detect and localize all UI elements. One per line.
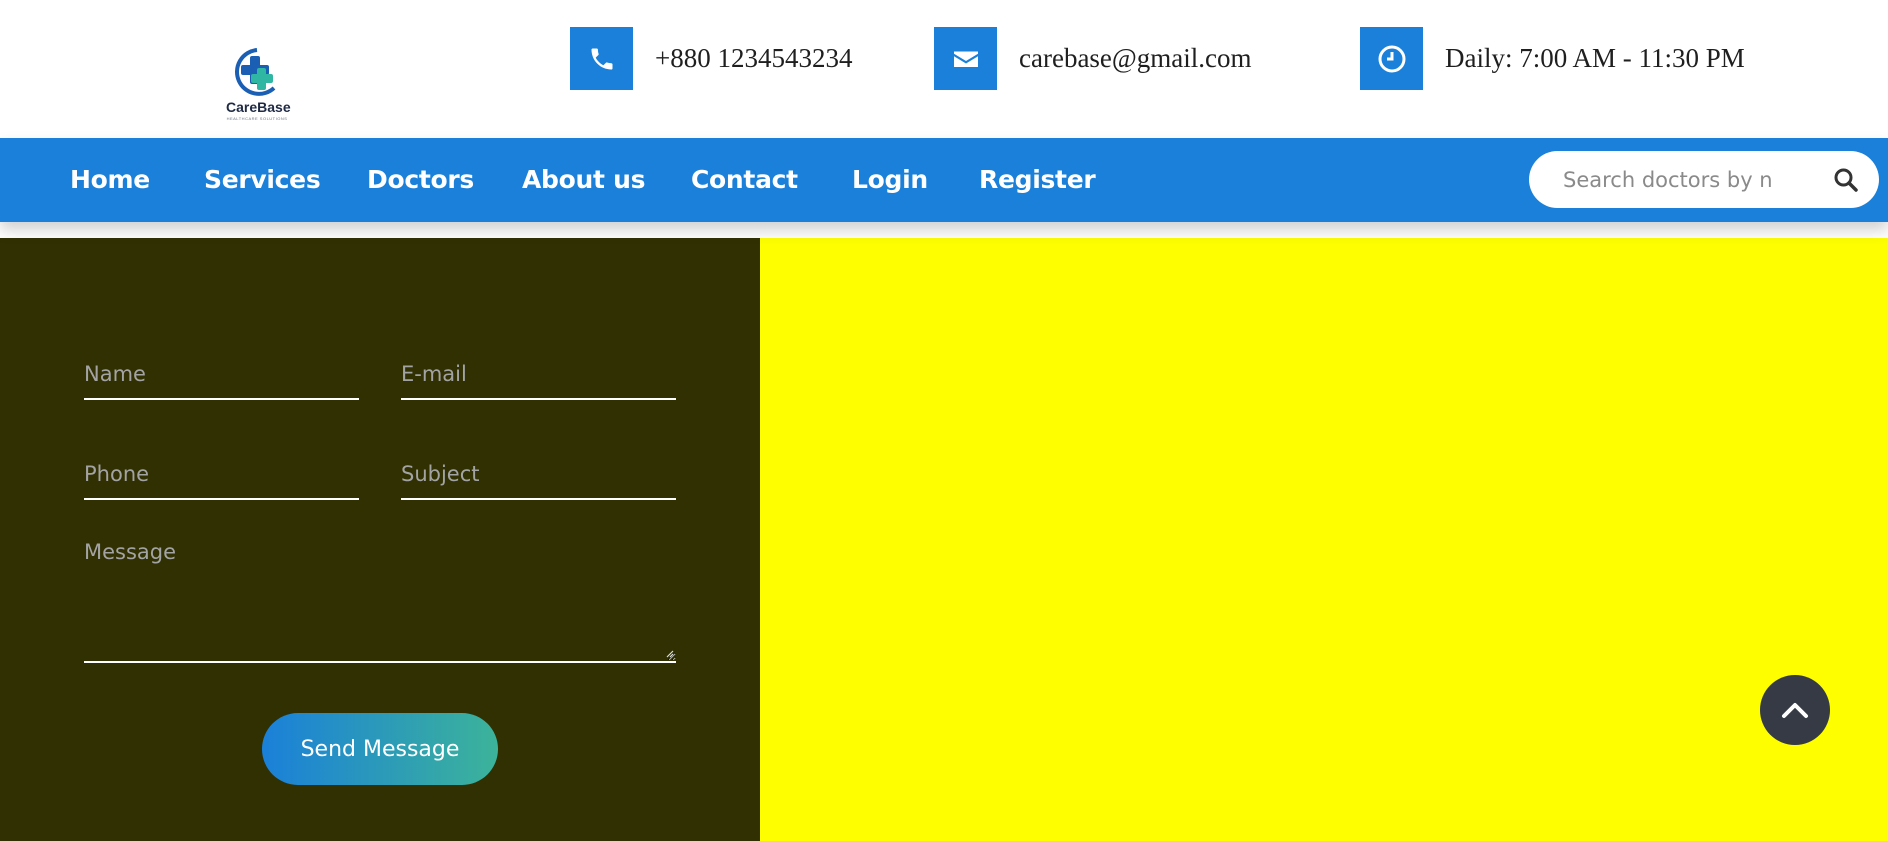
email-field — [401, 350, 676, 400]
contact-phone: +880 1234543234 — [570, 27, 852, 90]
hours-text: Daily: 7:00 AM - 11:30 PM — [1445, 43, 1745, 73]
subject-input[interactable] — [401, 450, 676, 498]
opening-hours: Daily: 7:00 AM - 11:30 PM — [1360, 27, 1745, 90]
nav-register[interactable]: Register — [979, 138, 1096, 222]
nav-contact[interactable]: Contact — [691, 138, 798, 222]
resize-grip-icon[interactable] — [664, 648, 674, 658]
message-textarea[interactable] — [84, 538, 676, 661]
carebase-logo[interactable]: CareBase HEALTHCARE SOLUTIONS — [222, 44, 292, 124]
name-input[interactable] — [84, 350, 359, 398]
send-message-button[interactable]: Send Message — [262, 713, 498, 785]
map-panel — [760, 238, 1888, 841]
contact-email: carebase@gmail.com — [934, 27, 1252, 90]
envelope-icon — [934, 27, 997, 90]
scroll-to-top-button[interactable] — [1760, 675, 1830, 745]
medical-cross-logo-icon — [235, 48, 276, 96]
search-input[interactable] — [1563, 151, 1773, 208]
doctor-search — [1529, 151, 1879, 208]
nav-login[interactable]: Login — [852, 138, 928, 222]
nav-about-us[interactable]: About us — [522, 138, 645, 222]
clock-icon — [1360, 27, 1423, 90]
top-info-bar: CareBase HEALTHCARE SOLUTIONS +880 12345… — [0, 0, 1888, 138]
name-field — [84, 350, 359, 400]
chevron-up-icon — [1782, 703, 1808, 718]
message-field — [84, 538, 676, 663]
subject-field — [401, 450, 676, 500]
phone-input[interactable] — [84, 450, 359, 498]
nav-services[interactable]: Services — [204, 138, 321, 222]
phone-number: +880 1234543234 — [655, 43, 853, 73]
nav-home[interactable]: Home — [70, 138, 150, 222]
email-input[interactable] — [401, 350, 676, 398]
nav-doctors[interactable]: Doctors — [367, 138, 474, 222]
email-address: carebase@gmail.com — [1019, 43, 1252, 73]
logo-wordmark: CareBase — [226, 99, 291, 115]
phone-field — [84, 450, 359, 500]
phone-icon — [570, 27, 633, 90]
main-navigation: Home Services Doctors About us Contact L… — [0, 138, 1888, 222]
search-icon[interactable] — [1833, 167, 1859, 193]
logo-tagline: HEALTHCARE SOLUTIONS — [226, 116, 288, 121]
